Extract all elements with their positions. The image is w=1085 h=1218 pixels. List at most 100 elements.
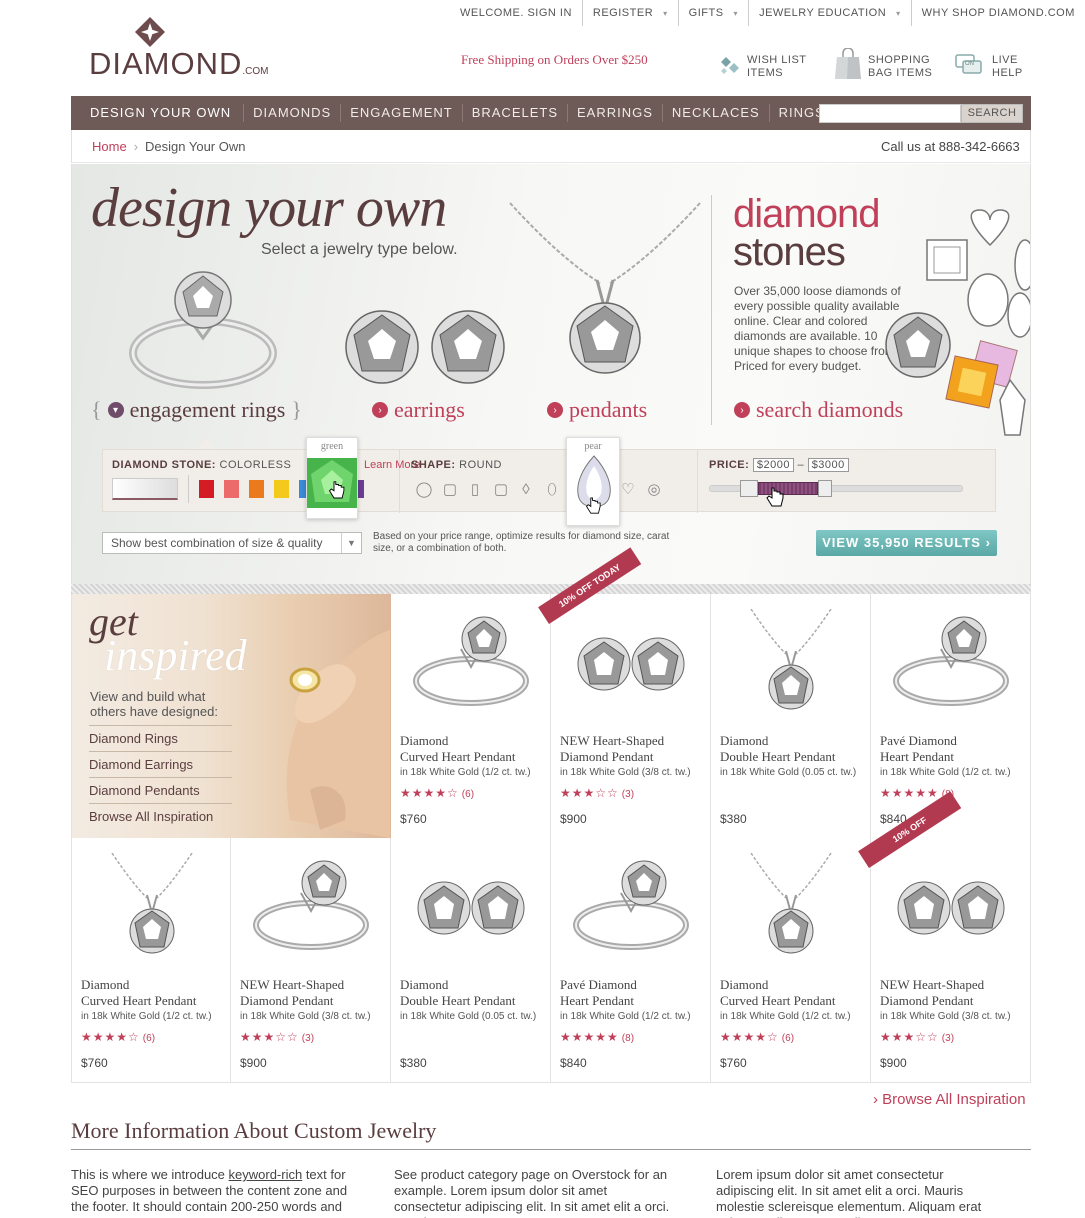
earrings-image[interactable] bbox=[340, 305, 510, 390]
earrings-product-image[interactable] bbox=[886, 853, 1016, 963]
hand-with-ring-image bbox=[286, 630, 390, 838]
diamond-logo-icon[interactable] bbox=[135, 17, 165, 47]
emerald-icon[interactable]: ▯ bbox=[466, 481, 484, 499]
product-card[interactable]: Diamond Curved Heart Pendant in 18k White … bbox=[391, 594, 551, 839]
color-swatch[interactable] bbox=[249, 480, 264, 498]
asscher-icon[interactable]: ◎ bbox=[645, 481, 663, 499]
wishlist-link[interactable]: WISH LIST ITEMS bbox=[747, 54, 807, 80]
ring-product-image[interactable] bbox=[406, 609, 536, 719]
inspire-link[interactable]: Diamond Rings bbox=[89, 725, 232, 751]
cushion-icon[interactable]: ▢ bbox=[492, 481, 510, 499]
product-rating[interactable]: ★★★★★(8) bbox=[560, 1030, 634, 1044]
util-nav-label: GIFTS bbox=[688, 7, 724, 19]
product-card[interactable]: Pavé Diamond Heart Pendant in 18k White Go… bbox=[551, 838, 711, 1083]
wishlist-icon[interactable] bbox=[717, 53, 743, 79]
product-rating[interactable]: ★★★☆☆ (3) bbox=[240, 1030, 314, 1044]
search-input[interactable] bbox=[819, 104, 961, 123]
color-swatch[interactable] bbox=[199, 480, 214, 498]
color-swatch[interactable] bbox=[224, 480, 239, 498]
product-rating[interactable]: ★★★★☆ (6) bbox=[720, 1030, 794, 1044]
inspire-link[interactable]: Browse All Inspiration bbox=[89, 803, 232, 829]
product-card[interactable]: 10% OFF TODAY NEW Heart-Shaped Diamond Pen… bbox=[538, 547, 711, 839]
product-title-line-2: Diamond Pendant bbox=[880, 993, 974, 1008]
util-nav-item[interactable]: GIFTS ▾ bbox=[677, 0, 748, 26]
search-diamonds-link[interactable]: › search diamonds bbox=[734, 397, 903, 423]
product-card[interactable]: Diamond Double Heart Pendant in 18k White … bbox=[391, 838, 551, 1083]
search-button[interactable]: SEARCH bbox=[961, 104, 1023, 123]
main-nav-item[interactable]: DESIGN YOUR OWN bbox=[71, 104, 243, 122]
engagement-ring-image[interactable] bbox=[125, 268, 280, 393]
shape-label: SHAPE: bbox=[411, 459, 456, 471]
category-label: engagement rings bbox=[129, 397, 286, 422]
util-nav-item[interactable]: JEWELRY EDUCATION ▾ bbox=[748, 0, 911, 26]
more-info-rule bbox=[71, 1149, 1031, 1150]
inspire-link[interactable]: Diamond Earrings bbox=[89, 751, 232, 777]
product-title-line-2: Heart Pendant bbox=[560, 993, 635, 1008]
shopping-bag-link[interactable]: SHOPPING BAG ITEMS bbox=[868, 54, 932, 80]
util-nav-item[interactable]: WELCOME. SIGN IN bbox=[450, 0, 582, 26]
heart-icon[interactable]: ♡ bbox=[619, 481, 637, 499]
product-title-line-2: Curved Heart Pendant bbox=[81, 993, 197, 1008]
product-price: $380 bbox=[720, 812, 747, 826]
ring-product-image[interactable] bbox=[246, 853, 376, 963]
live-help-link[interactable]: LIVE HELP bbox=[992, 54, 1023, 80]
live-help-icon[interactable]: ON bbox=[955, 54, 983, 76]
price-slider-handle-max[interactable] bbox=[818, 480, 832, 497]
pendant-product-image[interactable] bbox=[726, 853, 856, 963]
free-shipping-banner[interactable]: Free Shipping on Orders Over $250 bbox=[461, 52, 648, 68]
ring-product-image[interactable] bbox=[886, 609, 1016, 719]
filter-divider bbox=[697, 450, 698, 513]
color-swatch[interactable] bbox=[274, 480, 289, 498]
oval-icon[interactable]: ⬯ bbox=[543, 481, 561, 499]
earrings-product-image[interactable] bbox=[566, 609, 696, 719]
breadcrumb-home[interactable]: Home bbox=[92, 139, 127, 154]
price-slider-handle-min[interactable] bbox=[740, 480, 758, 497]
product-rating[interactable]: ★★★☆☆ (3) bbox=[880, 1030, 954, 1044]
main-nav-item[interactable]: DIAMONDS bbox=[243, 104, 340, 122]
product-card[interactable]: Diamond Curved Heart Pendant in 18k White … bbox=[71, 838, 231, 1083]
category-pendants[interactable]: › pendants bbox=[547, 397, 647, 423]
product-rating[interactable]: ★★★☆☆ (3) bbox=[560, 786, 634, 800]
pendant-image[interactable] bbox=[505, 198, 705, 388]
keyword-rich-link[interactable]: keyword-rich bbox=[229, 1167, 303, 1182]
product-card[interactable]: Diamond Double Heart Pendant in 18k White … bbox=[711, 594, 871, 839]
main-nav-item[interactable]: EARRINGS bbox=[567, 104, 662, 122]
optimize-select[interactable]: Show best combination of size & quality ▼ bbox=[102, 532, 362, 554]
bag-label-1: SHOPPING bbox=[868, 54, 931, 66]
round-icon[interactable]: ◯ bbox=[415, 481, 433, 499]
site-logo[interactable]: DIAMOND.COM bbox=[89, 46, 269, 82]
colorless-swatch[interactable] bbox=[112, 478, 178, 500]
review-count: (8) bbox=[621, 1033, 635, 1044]
product-card[interactable]: 10% OFF NEW Heart-Shaped Diamond Pendant in… bbox=[858, 791, 1031, 1083]
pendant-product-image[interactable] bbox=[87, 853, 217, 963]
price-max[interactable]: $3000 bbox=[807, 458, 849, 472]
util-nav-item[interactable]: REGISTER ▾ bbox=[581, 0, 678, 26]
view-results-button[interactable]: VIEW 35,950 RESULTS › bbox=[816, 530, 997, 556]
product-title-line-1: Pavé Diamond bbox=[560, 977, 637, 992]
price-min[interactable]: $2000 bbox=[752, 458, 794, 472]
product-price: $760 bbox=[400, 812, 427, 826]
princess-icon[interactable]: ▢ bbox=[441, 481, 459, 499]
product-card[interactable]: NEW Heart-Shaped Diamond Pendant in 18k Wh… bbox=[231, 838, 391, 1083]
product-card[interactable]: Diamond Curved Heart Pendant in 18k White … bbox=[711, 838, 871, 1083]
category-engagement-rings[interactable]: {▾ engagement rings} bbox=[91, 397, 302, 423]
main-nav-item[interactable]: NECKLACES bbox=[661, 104, 769, 122]
inspire-link[interactable]: Diamond Pendants bbox=[89, 777, 232, 803]
marquise-icon[interactable]: ◊ bbox=[517, 481, 535, 499]
product-rating[interactable]: ★★★★☆ (6) bbox=[400, 786, 474, 800]
util-nav-item[interactable]: WHY SHOP DIAMOND.COM▾ bbox=[910, 0, 1085, 26]
main-nav-item[interactable]: BRACELETS bbox=[461, 104, 567, 122]
earrings-product-image[interactable] bbox=[406, 853, 536, 963]
star-rating-icon: ★★★☆☆ bbox=[880, 1030, 939, 1044]
help-label-2: HELP bbox=[992, 67, 1023, 79]
pendant-product-image[interactable] bbox=[726, 609, 856, 719]
main-nav-item[interactable]: ENGAGEMENT bbox=[340, 104, 461, 122]
swatch-divider bbox=[188, 475, 189, 503]
category-earrings[interactable]: › earrings bbox=[372, 397, 465, 423]
browse-all-inspiration-link[interactable]: › Browse All Inspiration bbox=[873, 1091, 1026, 1108]
shopping-bag-icon[interactable] bbox=[834, 48, 862, 80]
product-rating[interactable]: ★★★★☆ (6) bbox=[81, 1030, 155, 1044]
ring-product-image[interactable] bbox=[566, 853, 696, 963]
product-subtitle: in 18k White Gold (1/2 ct. tw.) bbox=[560, 1011, 691, 1022]
help-label-1: LIVE bbox=[992, 54, 1018, 66]
